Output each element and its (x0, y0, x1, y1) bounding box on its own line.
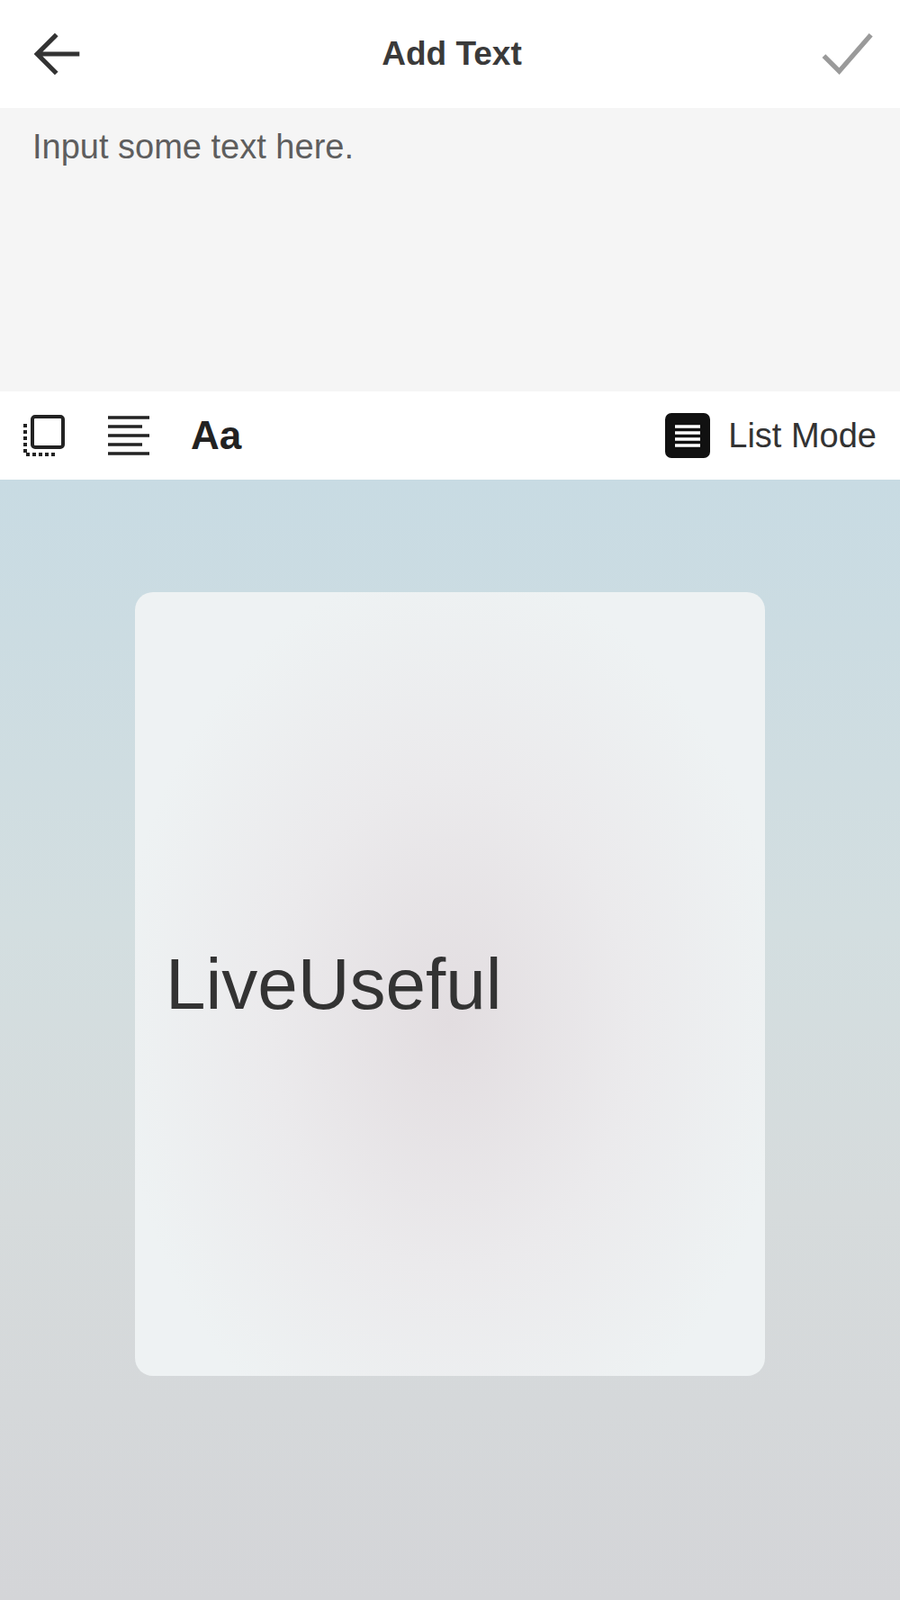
back-arrow-icon (28, 26, 85, 82)
add-text-screen: Add Text Aa List Mode LiveUseful (0, 0, 900, 1600)
align-left-icon (106, 413, 152, 459)
preview-canvas: LiveUseful (0, 479, 900, 1600)
toolbar: Aa List Mode (0, 391, 900, 480)
confirm-button[interactable] (815, 22, 879, 86)
card-text: LiveUseful (165, 943, 503, 1026)
text-input-area (0, 108, 900, 392)
screen-title: Add Text (381, 35, 522, 73)
text-input[interactable] (32, 127, 868, 372)
align-button[interactable] (106, 413, 152, 459)
list-mode-button[interactable]: List Mode (665, 413, 877, 459)
frame-icon (21, 413, 67, 459)
list-mode-label: List Mode (728, 416, 877, 456)
back-button[interactable] (25, 22, 89, 86)
frame-button[interactable] (21, 413, 67, 459)
checkmark-icon (818, 25, 876, 83)
text-card[interactable]: LiveUseful (135, 592, 765, 1377)
top-bar: Add Text (0, 0, 900, 108)
font-button[interactable]: Aa (190, 413, 242, 459)
list-icon (665, 413, 711, 459)
